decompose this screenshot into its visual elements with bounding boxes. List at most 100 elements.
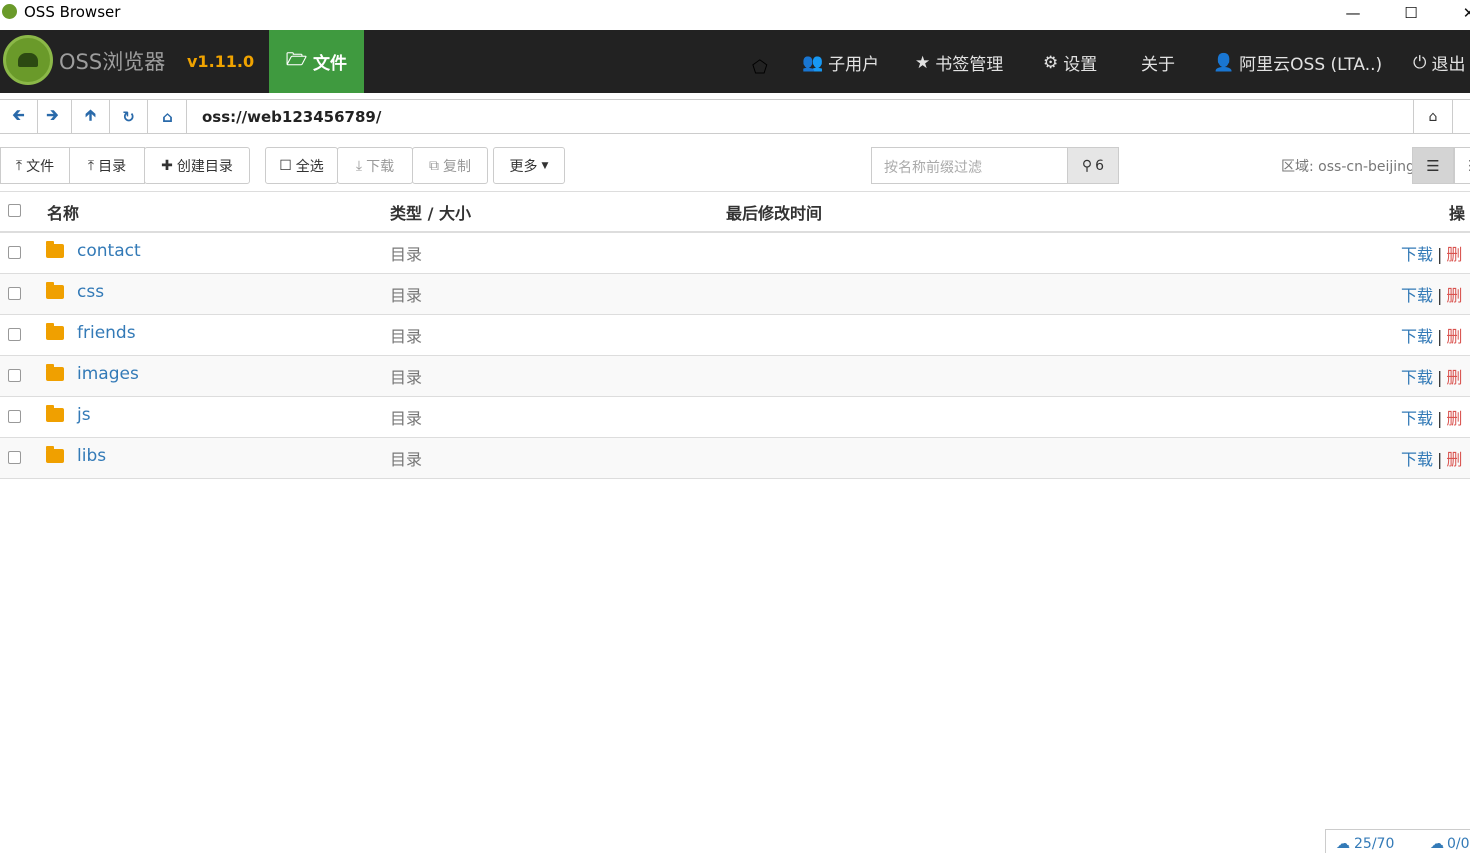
window-title: OSS Browser	[24, 3, 121, 21]
download-label: 下载	[366, 158, 395, 175]
copy-icon: ⧉	[429, 157, 439, 174]
row-checkbox[interactable]	[8, 410, 21, 423]
delete-link[interactable]: 删	[1446, 450, 1462, 469]
os-title-bar: OSS Browser — ☐ ✕	[0, 0, 1470, 30]
address-bar: 🡰 🡲 🡱 ↻ ⌂ oss://web123456789/ ⌂	[0, 99, 1470, 134]
row-actions: 下载 | 删	[1401, 286, 1463, 305]
file-name-link[interactable]: libs	[77, 446, 106, 466]
nav-account[interactable]: 👤 阿里云OSS (LTA..)	[1213, 50, 1383, 76]
header-name[interactable]: 名称	[47, 200, 79, 224]
version-badge: v1.11.0	[187, 52, 255, 71]
folder-icon	[46, 405, 64, 422]
upload-file-button[interactable]: ⤒ 文件	[0, 147, 70, 184]
table-row[interactable]: friends 目录 下载 | 删	[0, 315, 1470, 356]
header-modified[interactable]: 最后修改时间	[726, 200, 822, 224]
table-row[interactable]: css 目录 下载 | 删	[0, 274, 1470, 315]
delete-link[interactable]: 删	[1446, 286, 1462, 305]
upload-count: 25/70	[1354, 836, 1395, 852]
file-name-link[interactable]: friends	[77, 323, 136, 343]
upload-icon: ⤒	[87, 157, 95, 174]
row-checkbox[interactable]	[8, 328, 21, 341]
delete-link[interactable]: 删	[1446, 245, 1462, 264]
checkbox-icon: ☐	[279, 157, 292, 174]
row-actions: 下载 | 删	[1401, 368, 1463, 387]
mouse-cursor-icon: ⬠	[752, 57, 768, 78]
upload-dir-button[interactable]: ⤒ 目录	[69, 147, 145, 184]
more-label: 更多	[509, 158, 538, 175]
upload-dir-label: 目录	[98, 158, 127, 175]
nav-bookmarks[interactable]: ★ 书签管理	[915, 50, 1003, 76]
select-all-checkbox[interactable]	[8, 204, 21, 217]
download-button[interactable]: ⤓ 下载	[337, 147, 413, 184]
create-dir-button[interactable]: ✚ 创建目录	[144, 147, 250, 184]
file-name-link[interactable]: images	[77, 364, 139, 384]
file-type: 目录	[390, 409, 423, 428]
nav-about[interactable]: 关于	[1141, 50, 1175, 75]
address-path-input[interactable]: oss://web123456789/	[202, 108, 381, 126]
download-link[interactable]: 下载	[1401, 286, 1433, 305]
nav-about-label: 关于	[1141, 55, 1175, 75]
nav-settings[interactable]: ⚙ 设置	[1043, 50, 1097, 76]
power-icon: ⏻	[1413, 52, 1427, 73]
file-name-link[interactable]: contact	[77, 241, 141, 261]
table-row[interactable]: contact 目录 下载 | 删	[0, 233, 1470, 274]
delete-link[interactable]: 删	[1446, 409, 1462, 428]
table-row[interactable]: js 目录 下载 | 删	[0, 397, 1470, 438]
nav-logout[interactable]: ⏻ 退出	[1413, 50, 1465, 76]
folder-icon	[46, 446, 64, 463]
file-type: 目录	[390, 327, 423, 346]
file-name-link[interactable]: js	[77, 405, 91, 425]
brand-name: OSS浏览器	[59, 50, 166, 74]
minimize-button[interactable]: —	[1330, 0, 1376, 26]
table-header: 名称 类型 / 大小 最后修改时间 操	[0, 191, 1470, 233]
user-icon: 👤	[1213, 52, 1235, 73]
more-dropdown[interactable]: 更多 ▼	[493, 147, 565, 184]
row-actions: 下载 | 删	[1401, 409, 1463, 428]
delete-link[interactable]: 删	[1446, 327, 1462, 346]
filter-input[interactable]: 按名称前缀过滤	[871, 147, 1067, 184]
refresh-icon: ↻	[122, 108, 135, 126]
tab-files[interactable]: 🗁 文件	[269, 30, 364, 93]
arrow-left-icon: 🡰	[12, 105, 25, 124]
refresh-button[interactable]: ↻	[110, 100, 148, 134]
file-name-link[interactable]: css	[77, 282, 104, 302]
header-type-size[interactable]: 类型 / 大小	[390, 200, 471, 224]
copy-button[interactable]: ⧉ 复制	[412, 147, 488, 184]
forward-button[interactable]: 🡲	[34, 100, 72, 134]
up-button[interactable]: 🡱	[72, 100, 110, 134]
row-checkbox[interactable]	[8, 451, 21, 464]
download-icon: ⤓	[355, 157, 363, 174]
table-row[interactable]: libs 目录 下载 | 删	[0, 438, 1470, 479]
transfer-status[interactable]: 25/70 ☁ ☁ 0/0	[1325, 829, 1470, 853]
search-button[interactable]: ⚲ 6	[1067, 147, 1119, 184]
maximize-button[interactable]: ☐	[1388, 0, 1434, 26]
download-link[interactable]: 下载	[1401, 409, 1433, 428]
table-row[interactable]: images 目录 下载 | 删	[0, 356, 1470, 397]
grid-view-button[interactable]: ☷	[1454, 147, 1470, 184]
gear-icon: ⚙	[1043, 52, 1059, 73]
row-checkbox[interactable]	[8, 287, 21, 300]
row-checkbox[interactable]	[8, 246, 21, 259]
cloud-upload-icon: ☁	[1336, 836, 1350, 852]
folder-icon	[46, 323, 64, 340]
select-all-button[interactable]: ☐ 全选	[265, 147, 338, 184]
upload-icon: ⤒	[15, 157, 23, 174]
result-count: 6	[1095, 157, 1105, 174]
app-navbar: OSS浏览器 v1.11.0 🗁 文件 ⬠ 👥 子用户 ★ 书签管理 ⚙ 设置 …	[0, 30, 1470, 93]
download-link[interactable]: 下载	[1401, 245, 1433, 264]
download-link[interactable]: 下载	[1401, 327, 1433, 346]
bookmark-home-button[interactable]: ⌂	[1413, 100, 1453, 134]
download-link[interactable]: 下载	[1401, 368, 1433, 387]
row-checkbox[interactable]	[8, 369, 21, 382]
back-button[interactable]: 🡰	[0, 100, 38, 134]
file-type: 目录	[390, 245, 423, 264]
close-button[interactable]: ✕	[1446, 0, 1470, 26]
nav-account-label: 阿里云OSS (LTA..)	[1239, 55, 1383, 75]
download-count: 0/0	[1447, 836, 1470, 852]
app-icon	[2, 4, 17, 19]
list-view-button[interactable]: ☰	[1412, 147, 1454, 184]
home-button[interactable]: ⌂	[149, 100, 187, 134]
download-link[interactable]: 下载	[1401, 450, 1433, 469]
delete-link[interactable]: 删	[1446, 368, 1462, 387]
nav-sub-users[interactable]: 👥 子用户	[802, 50, 879, 76]
